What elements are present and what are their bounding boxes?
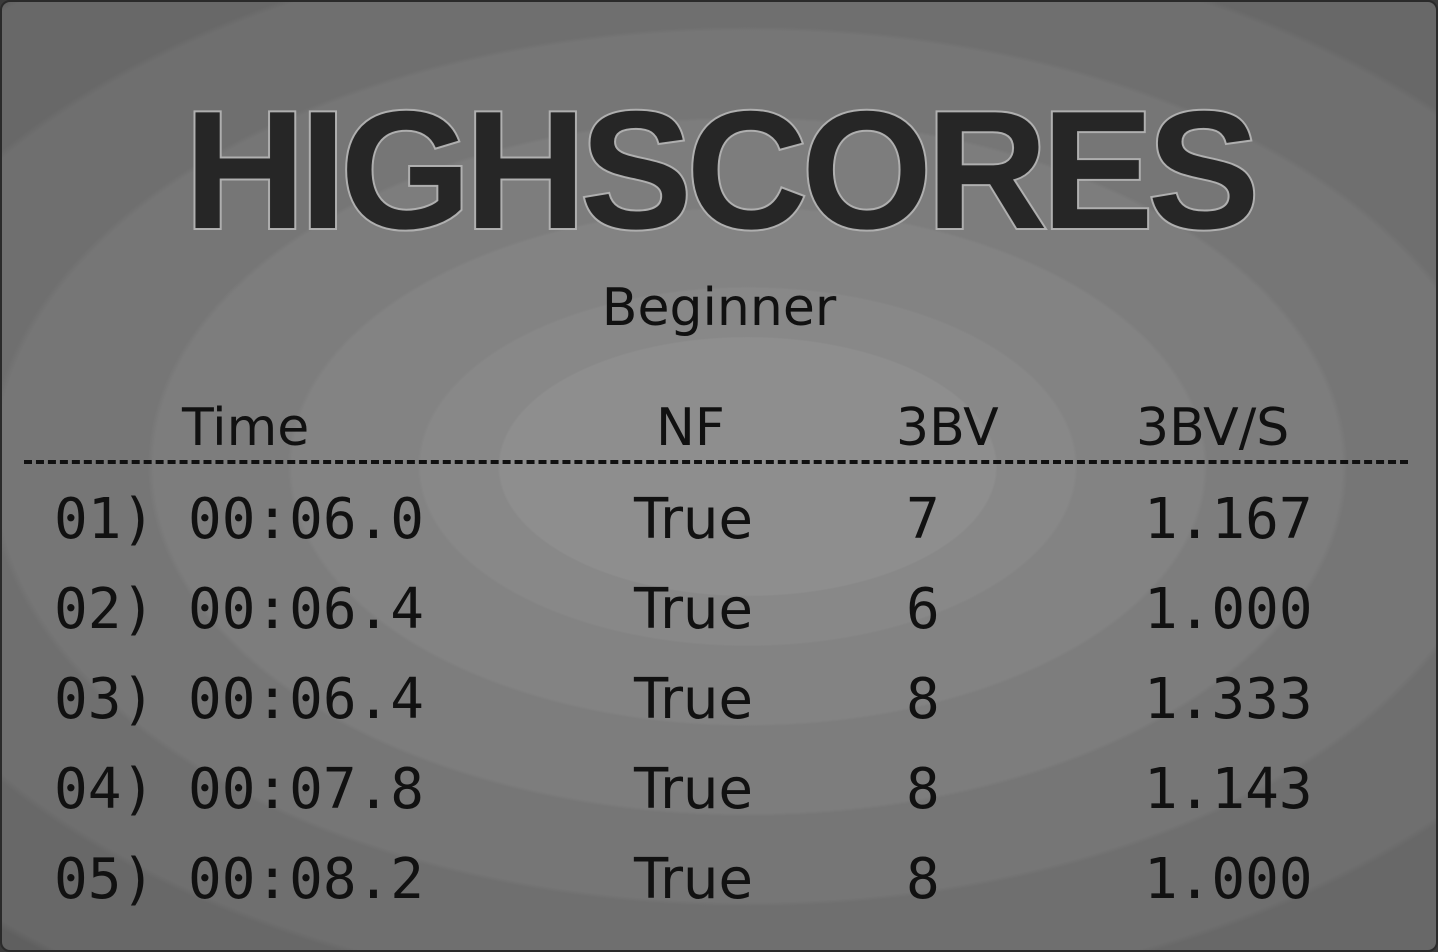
highscores-title: HIGHSCORES [182, 76, 1262, 264]
score-row: 05) 00:08.2 True 8 1.000 [2, 847, 1436, 938]
3bvs-cell: 1.000 [1144, 847, 1313, 912]
3bv-cell: 8 [906, 847, 940, 912]
nf-cell: True [634, 487, 753, 552]
nf-cell: True [634, 577, 753, 642]
rank-cell: 03) [54, 667, 156, 732]
highscores-panel: HIGHSCORES Beginner Time NF 3BV 3BV/S 01… [0, 0, 1438, 952]
time-cell: 00:06.4 [188, 577, 425, 642]
column-header-time: Time [182, 398, 310, 458]
column-header-nf: NF [656, 398, 725, 458]
3bv-cell: 7 [906, 487, 940, 552]
3bv-cell: 8 [906, 757, 940, 822]
3bvs-cell: 1.000 [1144, 577, 1313, 642]
score-row: 01) 00:06.0 True 7 1.167 [2, 487, 1436, 578]
rank-cell: 04) [54, 757, 156, 822]
3bvs-cell: 1.333 [1144, 667, 1313, 732]
rank-cell: 05) [54, 847, 156, 912]
3bvs-cell: 1.143 [1144, 757, 1313, 822]
difficulty-label: Beginner [601, 278, 837, 338]
column-header-3bv: 3BV [896, 398, 999, 458]
time-cell: 00:07.8 [188, 757, 425, 822]
time-cell: 00:08.2 [188, 847, 425, 912]
3bv-cell: 8 [906, 667, 940, 732]
nf-cell: True [634, 667, 753, 732]
time-cell: 00:06.4 [188, 667, 425, 732]
nf-cell: True [634, 757, 753, 822]
header-divider [24, 460, 1408, 464]
score-row: 03) 00:06.4 True 8 1.333 [2, 667, 1436, 758]
rank-cell: 01) [54, 487, 156, 552]
3bv-cell: 6 [906, 577, 940, 642]
3bvs-cell: 1.167 [1144, 487, 1313, 552]
score-row: 02) 00:06.4 True 6 1.000 [2, 577, 1436, 668]
nf-cell: True [634, 847, 753, 912]
score-row: 04) 00:07.8 True 8 1.143 [2, 757, 1436, 848]
time-cell: 00:06.0 [188, 487, 425, 552]
column-header-3bvs: 3BV/S [1136, 398, 1290, 458]
rank-cell: 02) [54, 577, 156, 642]
